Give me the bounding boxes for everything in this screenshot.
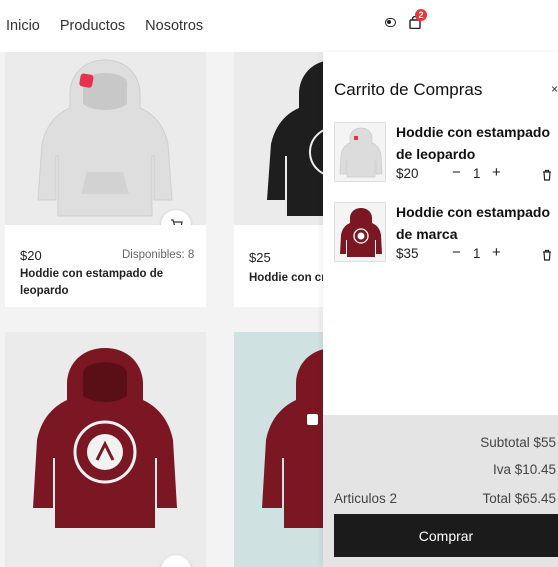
product-stock: Disponibles: 8 [122,249,195,261]
nav-icons: 2 [385,9,427,29]
theme-toggle-icon[interactable] [385,18,396,27]
product-image [5,332,206,567]
trash-icon[interactable] [542,168,552,186]
nav-link-inicio[interactable]: Inicio [6,18,40,34]
shopping-cart-panel: Carrito de Compras × Hoddie con estampad… [323,52,558,567]
decrease-quantity-button[interactable]: − [452,244,461,261]
page: Inicio Productos Nosotros 2 $20 Disponib… [0,0,558,567]
cart-total: Total $65.45 [482,491,556,506]
nav-link-nosotros[interactable]: Nosotros [145,18,203,34]
nav-links: Inicio Productos Nosotros [6,18,203,34]
cart-subtotal: Subtotal $55 [480,435,556,450]
cart-count-badge: 2 [415,9,427,21]
increase-quantity-button[interactable]: + [492,164,501,181]
cart-title: Carrito de Compras [334,80,483,99]
cart-item-thumbnail [334,202,386,262]
cart-item-name: Hoddie con estampado de leopardo [396,124,551,162]
product-price: $20 [20,248,42,263]
close-icon[interactable]: × [551,82,558,96]
cart-item-name: Hoddie con estampado de marca [396,204,551,242]
product-card: $20 Disponibles: 8 Hoddie con estampado … [5,52,206,307]
product-name: Hoddie con estampado de leopardo [20,268,164,297]
product-card [5,332,206,567]
decrease-quantity-button[interactable]: − [452,164,461,181]
cart-item-price: $20 [396,166,419,181]
cart-item-price: $35 [396,246,419,261]
nav-link-productos[interactable]: Productos [60,18,125,34]
cart-iva: Iva $10.45 [492,462,556,477]
cart-summary: Subtotal $55 Iva $10.45 Articulos 2 Tota… [323,415,558,567]
top-navbar: Inicio Productos Nosotros 2 [0,0,558,52]
trash-icon[interactable] [542,248,552,266]
cart-item-quantity: 1 [473,166,481,181]
product-price: $25 [249,250,271,265]
cart-articles-count: Articulos 2 [334,491,398,506]
cart-item-thumbnail [334,122,386,182]
increase-quantity-button[interactable]: + [492,244,501,261]
cart-plus-icon [170,219,183,225]
buy-button[interactable]: Comprar [334,514,558,557]
cart-button[interactable]: 2 [409,9,427,29]
cart-item-quantity: 1 [473,246,481,261]
product-image [5,52,206,225]
